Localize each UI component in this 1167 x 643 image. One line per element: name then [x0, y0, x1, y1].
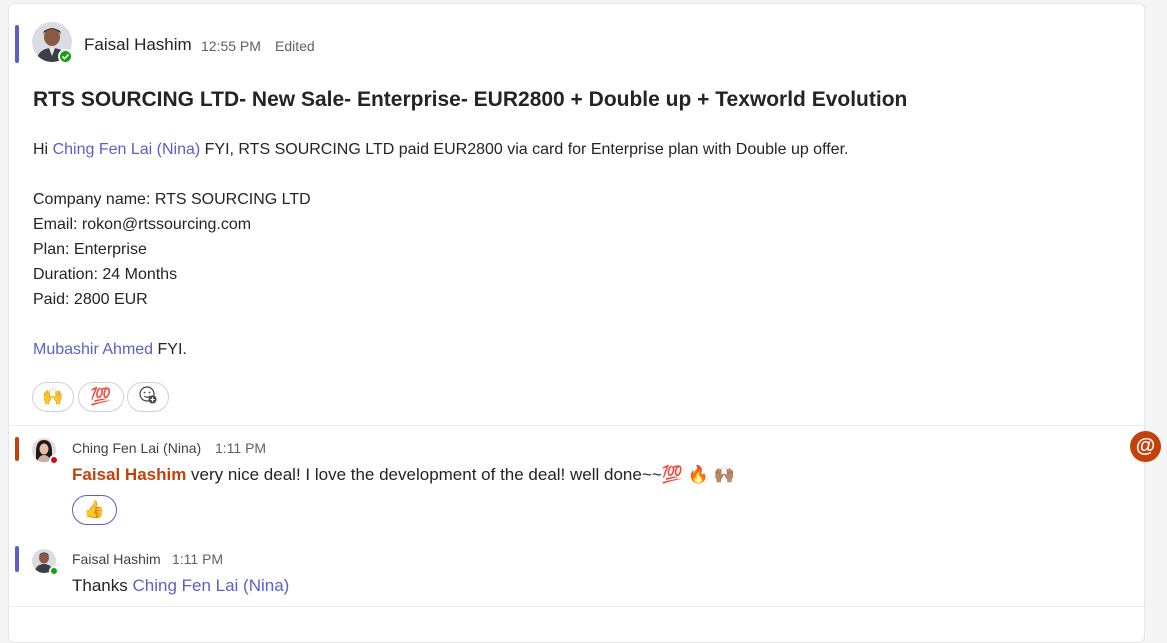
- reply-body: very nice deal! I love the development o…: [186, 465, 662, 484]
- greeting-prefix: Hi: [33, 141, 53, 158]
- detail-line: Company name: RTS SOURCING LTD: [33, 191, 311, 208]
- reply-text: Thanks Ching Fen Lai (Nina): [72, 573, 289, 598]
- edited-label: Edited: [275, 38, 315, 54]
- message-greeting: Hi Ching Fen Lai (Nina) FYI, RTS SOURCIN…: [33, 137, 848, 162]
- divider: [9, 606, 1146, 607]
- reply-accent-bar: [15, 437, 19, 461]
- presence-busy-icon: [49, 455, 59, 465]
- reply-emojis: 💯 🔥 🙌🏽: [661, 465, 735, 484]
- divider: [9, 425, 1146, 426]
- add-reaction-icon: [138, 385, 158, 410]
- mention-me-link[interactable]: Faisal Hashim: [72, 465, 186, 484]
- reply-timestamp: 1:11 PM: [215, 440, 267, 456]
- closing-text: FYI.: [153, 341, 187, 358]
- add-reaction-button[interactable]: [127, 382, 169, 412]
- reply-timestamp: 1:11 PM: [172, 551, 224, 567]
- reaction-thumbs-up[interactable]: 👍: [72, 495, 117, 525]
- message-subject: RTS SOURCING LTD- New Sale- Enterprise- …: [33, 88, 908, 111]
- reply-author-name[interactable]: Ching Fen Lai (Nina): [72, 440, 201, 456]
- detail-line: Plan: Enterprise: [33, 241, 147, 258]
- presence-available-icon: [49, 566, 59, 576]
- message-accent-bar: [15, 25, 19, 63]
- presence-available-icon: [58, 49, 73, 64]
- reply-accent-bar: [15, 546, 19, 572]
- reply-author-name[interactable]: Faisal Hashim: [72, 551, 161, 567]
- message-thread-card: Faisal Hashim 12:55 PM Edited RTS SOURCI…: [8, 3, 1146, 643]
- detail-line: Email: rokon@rtssourcing.com: [33, 216, 252, 233]
- mention-link[interactable]: Ching Fen Lai (Nina): [53, 141, 201, 158]
- author-name[interactable]: Faisal Hashim: [84, 35, 192, 55]
- reaction-hundred[interactable]: 💯: [78, 382, 124, 412]
- detail-line: Paid: 2800 EUR: [33, 291, 148, 308]
- mention-badge[interactable]: @: [1130, 431, 1161, 462]
- mention-link[interactable]: Mubashir Ahmed: [33, 341, 153, 358]
- timestamp: 12:55 PM: [201, 38, 261, 54]
- detail-line: Duration: 24 Months: [33, 266, 178, 283]
- message-closing: Mubashir Ahmed FYI.: [33, 337, 187, 362]
- reaction-raised-hands[interactable]: 🙌: [32, 382, 74, 412]
- reply-text: Faisal Hashim very nice deal! I love the…: [72, 462, 735, 487]
- greeting-text: FYI, RTS SOURCING LTD paid EUR2800 via c…: [200, 141, 849, 158]
- mention-link[interactable]: Ching Fen Lai (Nina): [132, 576, 289, 595]
- reply-prefix: Thanks: [72, 576, 133, 595]
